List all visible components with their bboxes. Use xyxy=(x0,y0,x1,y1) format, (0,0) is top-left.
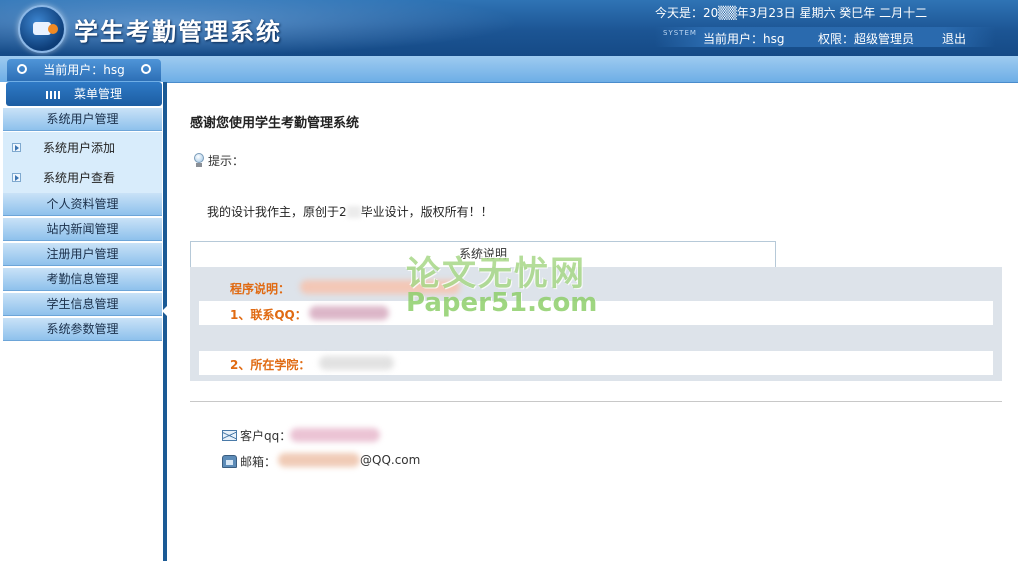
top-header: 学生考勤管理系统 今天是：20▒▒年3月23日 星期六 癸巳年 二月十二 SYS… xyxy=(0,0,1018,56)
sidebar-item-profile[interactable]: 个人资料管理 xyxy=(3,193,162,216)
ring-left-icon xyxy=(17,64,27,74)
menu-header[interactable]: 菜单管理 xyxy=(6,82,162,106)
current-user-label: 当前用户：hsg xyxy=(703,32,785,46)
grid-icon xyxy=(45,90,60,99)
app-title: 学生考勤管理系统 xyxy=(74,17,282,46)
sidebar-item-attendance[interactable]: 考勤信息管理 xyxy=(3,268,162,291)
sidebar-pointer-icon xyxy=(162,306,167,316)
menu-header-label: 菜单管理 xyxy=(73,87,122,101)
user-bar: SYSTEM 当前用户：hsg 权限：超级管理员 退出 xyxy=(655,27,995,47)
content-divider xyxy=(190,401,1002,402)
email-label: 邮箱： xyxy=(240,455,277,469)
sidebar-item-news[interactable]: 站内新闻管理 xyxy=(3,218,162,241)
system-tag: SYSTEM xyxy=(663,29,697,37)
tip-label: 提示： xyxy=(208,154,245,168)
subitem-label: 系统用户查看 xyxy=(43,171,116,185)
sidebar-item-parameters[interactable]: 系统参数管理 xyxy=(3,318,162,341)
sidebar-subitem-add-user[interactable]: 系统用户添加 xyxy=(3,134,162,162)
sidebar-divider xyxy=(163,82,167,561)
info-row-college: 2、所在学院： xyxy=(199,351,993,375)
phone-icon xyxy=(222,455,237,468)
qq-label: 1、联系QQ： xyxy=(230,308,307,322)
watermark-en: Paper51.com xyxy=(406,288,598,318)
copyright-notice: 我的设计我作主，原创于2 毕业设计，版权所有！！ xyxy=(207,203,493,220)
ring-right-icon xyxy=(141,64,151,74)
arrow-right-icon xyxy=(12,143,21,152)
page-title: 感谢您使用学生考勤管理系统 xyxy=(190,116,360,131)
current-user-tab-label: 当前用户：hsg xyxy=(43,63,125,77)
redacted-text xyxy=(290,428,380,442)
college-label: 2、所在学院： xyxy=(230,358,311,372)
permission-label: 权限：超级管理员 xyxy=(818,32,915,46)
logout-link[interactable]: 退出 xyxy=(942,30,966,47)
redacted-text xyxy=(278,453,360,467)
subitem-label: 系统用户添加 xyxy=(43,141,116,155)
tip-row: 提示： xyxy=(193,152,244,169)
submenu-system-users: 系统用户添加 系统用户查看 xyxy=(3,132,162,194)
envelope-icon xyxy=(222,430,237,441)
email-suffix: @QQ.com xyxy=(360,453,421,467)
app-logo-icon xyxy=(18,5,66,53)
notice-text-start: 我的设计我作主，原创于2 xyxy=(207,205,347,219)
watermark: 论文无忧网 Paper51.com xyxy=(404,246,616,320)
current-user-tab: 当前用户：hsg xyxy=(7,59,161,81)
client-qq-label: 客户qq： xyxy=(240,429,292,443)
contact-qq-row: 客户qq： xyxy=(222,427,291,444)
redacted-text xyxy=(319,356,394,370)
sidebar-item-registered-users[interactable]: 注册用户管理 xyxy=(3,243,162,266)
notice-text-end: 毕业设计，版权所有！！ xyxy=(360,205,493,219)
program-description-label: 程序说明： xyxy=(230,282,291,296)
redacted-text xyxy=(346,206,361,218)
contact-email-row: 邮箱： xyxy=(222,453,276,470)
sidebar-item-students[interactable]: 学生信息管理 xyxy=(3,293,162,316)
lightbulb-icon xyxy=(193,153,205,167)
date-display: 今天是：20▒▒年3月23日 星期六 癸巳年 二月十二 xyxy=(655,6,928,20)
logo-dot xyxy=(48,24,58,34)
sidebar-subitem-view-users[interactable]: 系统用户查看 xyxy=(3,164,162,192)
arrow-right-icon xyxy=(12,173,21,182)
sidebar-item-system-users[interactable]: 系统用户管理 xyxy=(3,108,162,131)
redacted-text xyxy=(309,306,389,320)
